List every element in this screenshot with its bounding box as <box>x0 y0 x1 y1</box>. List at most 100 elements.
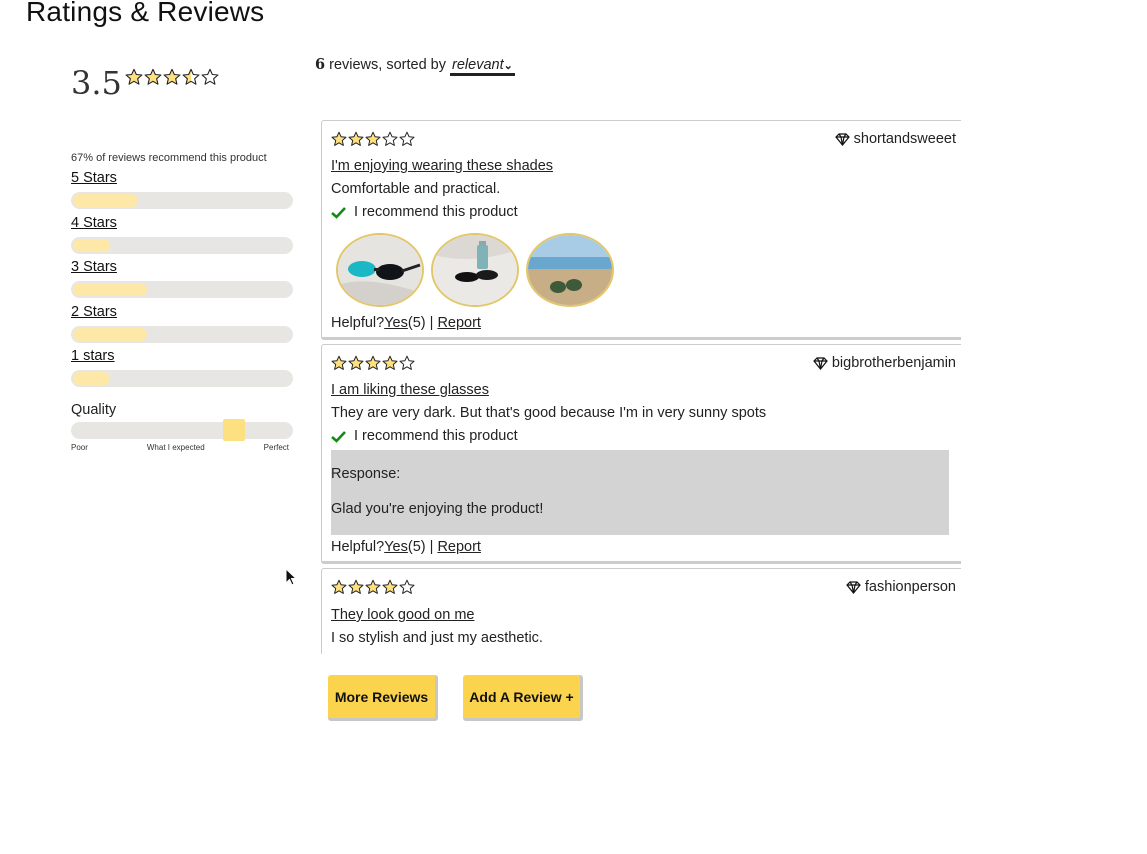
star-icon <box>382 355 398 370</box>
star-icon <box>365 355 381 370</box>
star-icon <box>201 68 219 85</box>
quality-marker <box>223 419 245 441</box>
breakdown-1-stars-fill <box>73 372 111 385</box>
star-icon <box>163 68 181 85</box>
bottle-photo-icon <box>433 235 517 305</box>
review-photo-thumbnail[interactable] <box>526 233 614 307</box>
recommend-text: I recommend this product <box>354 428 518 444</box>
mouse-cursor-icon <box>285 568 297 586</box>
recommend-percentage: 67% of reviews recommend this product <box>71 152 267 164</box>
breakdown-4-stars-bar <box>71 236 293 254</box>
review-stars <box>331 131 415 147</box>
breakdown-4-stars-fill <box>73 238 111 252</box>
helpful-count: (5) <box>407 539 426 555</box>
review-photos <box>336 233 614 307</box>
reviewer-name: bigbrotherbenjamin <box>831 355 956 371</box>
review-title[interactable]: I'm enjoying wearing these shades <box>331 158 553 174</box>
star-icon <box>365 579 381 594</box>
breakdown-3-stars-link[interactable]: 3 Stars <box>71 259 295 279</box>
average-stars <box>125 68 219 86</box>
helpful-yes-link[interactable]: Yes <box>384 539 408 555</box>
breakdown-1-stars: 1 stars <box>71 348 295 393</box>
report-link[interactable]: Report <box>437 539 481 555</box>
sort-text: reviews, sorted by <box>329 57 446 73</box>
sunglasses-photo-icon <box>338 235 422 305</box>
checkmark-icon <box>331 430 346 443</box>
breakdown-4-stars-link[interactable]: 4 Stars <box>71 215 295 235</box>
report-link[interactable]: Report <box>437 315 481 331</box>
response-text: Glad you're enjoying the product! <box>331 501 544 517</box>
review-photo-thumbnail[interactable] <box>336 233 424 307</box>
add-review-button[interactable]: Add A Review + <box>463 675 583 721</box>
review-recommend: I recommend this product <box>331 428 518 444</box>
breakdown-3-stars: 3 Stars <box>71 259 295 304</box>
helpful-yes-link[interactable]: Yes <box>384 315 408 331</box>
review-user: shortandsweeet <box>834 131 956 147</box>
diamond-icon <box>834 132 850 146</box>
breakdown-5-stars: 5 Stars <box>71 170 295 215</box>
star-icon <box>144 68 162 85</box>
breakdown-2-stars: 2 Stars <box>71 304 295 349</box>
star-icon <box>382 579 398 594</box>
star-icon <box>382 131 398 146</box>
review-user: bigbrotherbenjamin <box>813 355 956 371</box>
quality-characteristic: Quality Poor What I expected Perfect <box>71 402 295 452</box>
helpful-separator: | <box>429 539 434 555</box>
star-icon <box>348 355 364 370</box>
review-photo-thumbnail[interactable] <box>431 233 519 307</box>
chevron-down-icon: ⌄ <box>503 60 513 72</box>
diamond-icon <box>846 580 861 594</box>
review-body: I so stylish and just my aesthetic. <box>331 630 543 646</box>
star-icon <box>125 68 143 85</box>
breakdown-2-stars-fill <box>73 327 148 341</box>
star-icon <box>399 131 415 146</box>
review-list[interactable]: shortandsweeet I'm enjoying wearing thes… <box>321 120 961 654</box>
review-stars <box>331 579 415 595</box>
star-icon <box>182 68 200 85</box>
review-user: fashionperson <box>846 579 956 595</box>
quality-scale: Poor What I expected Perfect <box>71 443 289 452</box>
review-body: They are very dark. But that's good beca… <box>331 405 767 421</box>
checkmark-icon <box>331 206 346 219</box>
quality-label: Quality <box>71 402 117 418</box>
helpful-row: Helpful?Yes(5) | Report <box>331 539 481 555</box>
helpful-label: Helpful? <box>331 539 385 555</box>
breakdown-3-stars-bar <box>71 281 293 298</box>
review-body: Comfortable and practical. <box>331 181 501 197</box>
average-rating: 3.5 <box>71 64 122 102</box>
star-icon <box>348 579 364 594</box>
breakdown-4-stars: 4 Stars <box>71 215 295 260</box>
review-title[interactable]: I am liking these glasses <box>331 382 489 398</box>
response-label: Response: <box>331 466 401 482</box>
quality-tick-expected: What I expected <box>146 443 205 452</box>
breakdown-2-stars-bar <box>71 325 293 343</box>
review-title[interactable]: They look good on me <box>331 607 474 623</box>
beach-photo-icon <box>528 235 612 305</box>
quality-tick-poor: Poor <box>71 443 88 452</box>
star-icon <box>399 355 415 370</box>
diamond-icon <box>813 356 828 370</box>
quality-tick-perfect: Perfect <box>263 443 289 452</box>
quality-bar <box>71 419 293 441</box>
star-icon <box>331 579 347 594</box>
star-icon <box>331 355 347 370</box>
review-tile: fashionperson They look good on me I so … <box>321 568 961 654</box>
breakdown-2-stars-link[interactable]: 2 Stars <box>71 304 295 324</box>
reviewer-name: shortandsweeet <box>853 131 956 147</box>
breakdown-1-stars-link[interactable]: 1 stars <box>71 348 295 368</box>
recommend-text: I recommend this product <box>354 204 518 220</box>
star-icon <box>331 131 347 146</box>
sort-dropdown[interactable]: relevant⌄ <box>450 57 515 76</box>
review-tile: bigbrotherbenjamin I am liking these gla… <box>321 344 961 564</box>
star-icon <box>365 131 381 146</box>
helpful-count: (5) <box>407 315 426 331</box>
breakdown-1-stars-bar <box>71 370 293 387</box>
helpful-row: Helpful?Yes(5) | Report <box>331 315 481 331</box>
more-reviews-button[interactable]: More Reviews <box>328 675 438 721</box>
breakdown-5-stars-link[interactable]: 5 Stars <box>71 170 295 190</box>
rating-breakdown: 5 Stars 4 Stars 3 Stars 2 Stars 1 stars <box>71 170 295 393</box>
star-icon <box>348 131 364 146</box>
review-tile: shortandsweeet I'm enjoying wearing thes… <box>321 120 961 340</box>
helpful-separator: | <box>429 315 434 331</box>
review-recommend: I recommend this product <box>331 204 518 220</box>
